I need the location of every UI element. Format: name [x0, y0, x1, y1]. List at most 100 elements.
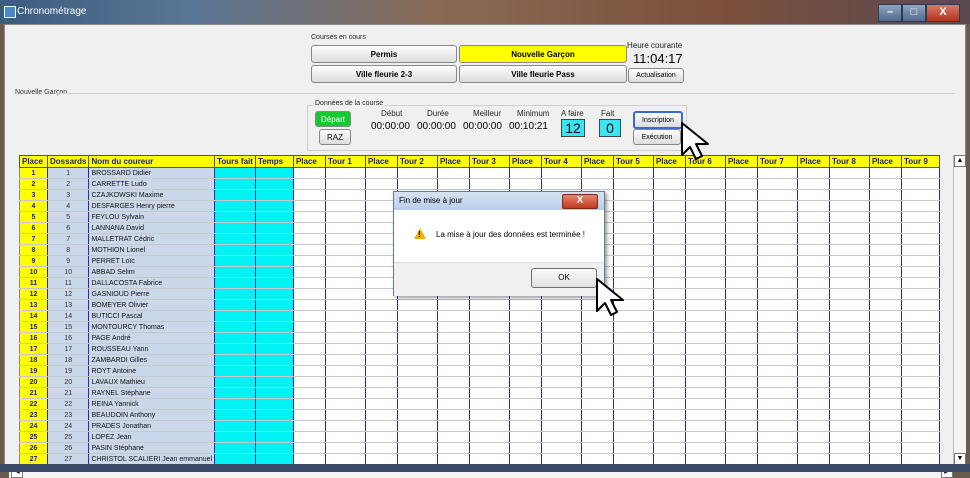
lap-cell[interactable] [725, 211, 758, 223]
lap-cell[interactable] [325, 167, 366, 179]
lap-cell[interactable] [293, 255, 326, 267]
lap-cell[interactable] [901, 365, 940, 377]
lap-cell[interactable] [829, 365, 870, 377]
lap-cell[interactable] [397, 420, 438, 432]
lap-cell[interactable] [293, 200, 326, 212]
lap-cell[interactable] [797, 277, 830, 289]
lap-cell[interactable] [293, 365, 326, 377]
lap-cell[interactable] [293, 167, 326, 179]
runner-name-cell[interactable]: PRADES Jonathan [88, 420, 216, 432]
lap-cell[interactable] [829, 255, 870, 267]
laps-done-cell[interactable] [214, 255, 256, 267]
lap-cell[interactable] [797, 178, 830, 190]
lap-cell[interactable] [509, 442, 542, 454]
lap-cell[interactable] [509, 398, 542, 410]
lap-cell[interactable] [653, 453, 686, 465]
place-cell[interactable]: 5 [19, 211, 48, 223]
lap-cell[interactable] [901, 387, 940, 399]
lap-cell[interactable] [541, 376, 582, 388]
lap-cell[interactable] [757, 431, 798, 443]
lap-cell[interactable] [541, 178, 582, 190]
laps-done-cell[interactable] [214, 442, 256, 454]
laps-done-cell[interactable] [214, 178, 256, 190]
lap-cell[interactable] [725, 431, 758, 443]
lap-cell[interactable] [397, 354, 438, 366]
lap-cell[interactable] [725, 277, 758, 289]
lap-cell[interactable] [541, 409, 582, 421]
lap-cell[interactable] [365, 442, 398, 454]
lap-cell[interactable] [757, 178, 798, 190]
runner-name-cell[interactable]: ROYT Antoine [88, 365, 216, 377]
laps-done-cell[interactable] [214, 222, 256, 234]
lap-cell[interactable] [613, 189, 654, 201]
lap-cell[interactable] [613, 200, 654, 212]
lap-cell[interactable] [757, 420, 798, 432]
runner-name-cell[interactable]: ROUSSEAU Yann [88, 343, 216, 355]
lap-cell[interactable] [685, 376, 726, 388]
runner-name-cell[interactable]: CZAJKOWSKI Maxime [88, 189, 216, 201]
lap-cell[interactable] [325, 376, 366, 388]
lap-cell[interactable] [581, 178, 614, 190]
laps-done-cell[interactable] [214, 244, 256, 256]
lap-cell[interactable] [509, 453, 542, 465]
lap-cell[interactable] [901, 332, 940, 344]
dossard-cell[interactable]: 17 [47, 343, 90, 355]
lap-cell[interactable] [325, 420, 366, 432]
lap-cell[interactable] [613, 244, 654, 256]
time-cell[interactable] [255, 167, 294, 179]
place-cell[interactable]: 9 [19, 255, 48, 267]
time-cell[interactable] [255, 244, 294, 256]
table-row[interactable]: 18 18 ZAMBARDI Gilles [19, 354, 940, 366]
place-cell[interactable]: 7 [19, 233, 48, 245]
lap-cell[interactable] [725, 398, 758, 410]
time-cell[interactable] [255, 343, 294, 355]
course-button-ville-fleurie-pass[interactable]: Ville fleurie Pass [459, 65, 627, 83]
lap-cell[interactable] [901, 178, 940, 190]
laps-done-cell[interactable] [214, 409, 256, 421]
lap-cell[interactable] [869, 409, 902, 421]
lap-cell[interactable] [509, 420, 542, 432]
lap-cell[interactable] [797, 310, 830, 322]
lap-cell[interactable] [725, 321, 758, 333]
lap-cell[interactable] [829, 233, 870, 245]
lap-cell[interactable] [325, 299, 366, 311]
lap-cell[interactable] [901, 299, 940, 311]
lap-cell[interactable] [829, 376, 870, 388]
laps-done-cell[interactable] [214, 211, 256, 223]
lap-cell[interactable] [797, 321, 830, 333]
column-header[interactable]: Tours fait [214, 155, 256, 168]
lap-cell[interactable] [901, 431, 940, 443]
dossard-cell[interactable]: 3 [47, 189, 90, 201]
time-cell[interactable] [255, 398, 294, 410]
lap-cell[interactable] [653, 222, 686, 234]
lap-cell[interactable] [725, 354, 758, 366]
lap-cell[interactable] [797, 266, 830, 278]
lap-cell[interactable] [829, 200, 870, 212]
lap-cell[interactable] [365, 299, 398, 311]
table-row[interactable]: 16 16 PAGE André [19, 332, 940, 344]
lap-cell[interactable] [653, 189, 686, 201]
lap-cell[interactable] [685, 222, 726, 234]
dossard-cell[interactable]: 10 [47, 266, 90, 278]
lap-cell[interactable] [653, 431, 686, 443]
lap-cell[interactable] [293, 376, 326, 388]
lap-cell[interactable] [581, 387, 614, 399]
column-header[interactable]: Tour 7 [756, 155, 798, 168]
column-header[interactable]: Place [19, 155, 48, 168]
lap-cell[interactable] [437, 354, 470, 366]
lap-cell[interactable] [901, 277, 940, 289]
lap-cell[interactable] [325, 211, 366, 223]
lap-cell[interactable] [437, 453, 470, 465]
lap-cell[interactable] [653, 233, 686, 245]
lap-cell[interactable] [685, 288, 726, 300]
lap-cell[interactable] [613, 420, 654, 432]
place-cell[interactable]: 8 [19, 244, 48, 256]
column-header[interactable]: Place [580, 155, 614, 168]
lap-cell[interactable] [293, 431, 326, 443]
lap-cell[interactable] [541, 442, 582, 454]
lap-cell[interactable] [869, 255, 902, 267]
execution-button[interactable]: Exécution [633, 129, 681, 145]
lap-cell[interactable] [757, 200, 798, 212]
lap-cell[interactable] [365, 387, 398, 399]
lap-cell[interactable] [613, 178, 654, 190]
